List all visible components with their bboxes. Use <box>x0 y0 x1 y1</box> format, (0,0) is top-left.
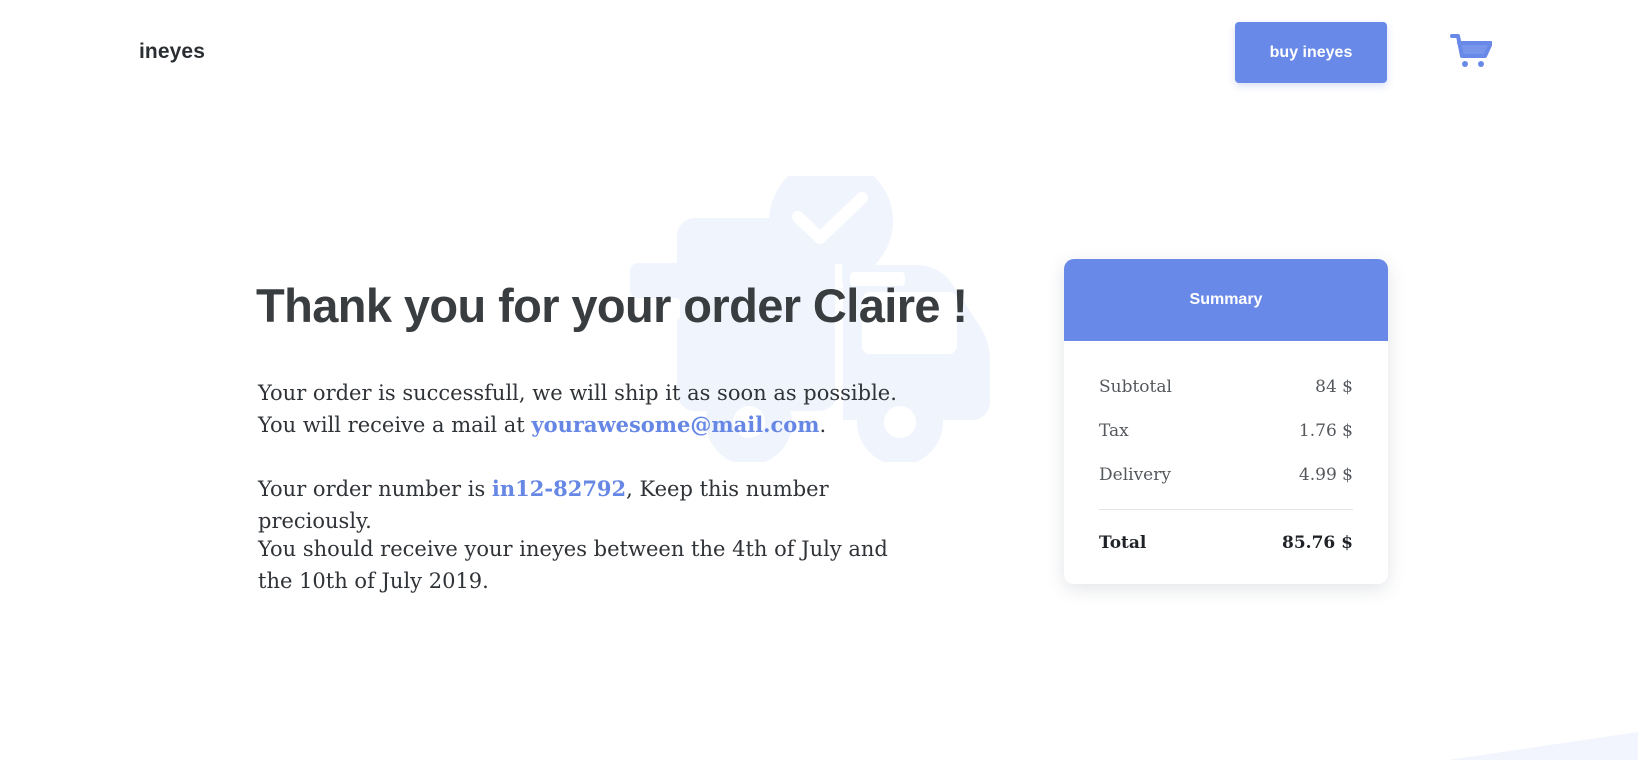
order-number-link[interactable]: in12-82792 <box>492 476 626 501</box>
summary-row-total: Total 85.76 $ <box>1099 510 1353 576</box>
summary-value-delivery: 4.99 $ <box>1298 465 1353 485</box>
shipping-message: Your order is successfull, we will ship … <box>258 377 948 441</box>
summary-label-tax: Tax <box>1099 421 1129 441</box>
summary-row-subtotal: Subtotal 84 $ <box>1099 365 1353 409</box>
order-summary-card: Summary Subtotal 84 $ Tax 1.76 $ Deliver… <box>1064 259 1388 584</box>
brand-logo[interactable]: ineyes <box>139 40 205 64</box>
buy-ineyes-button[interactable]: buy ineyes <box>1235 22 1387 83</box>
order-number-message: Your order number is in12-82792, Keep th… <box>258 473 948 537</box>
summary-title: Summary <box>1064 259 1388 341</box>
delivery-window-message: You should receive your ineyes between t… <box>258 537 888 593</box>
summary-body: Subtotal 84 $ Tax 1.76 $ Delivery 4.99 $… <box>1064 341 1388 576</box>
shopping-cart-icon[interactable] <box>1450 32 1492 70</box>
mail-line-suffix: . <box>819 413 827 437</box>
summary-label-total: Total <box>1099 533 1147 553</box>
summary-row-tax: Tax 1.76 $ <box>1099 409 1353 453</box>
summary-value-total: 85.76 $ <box>1282 533 1353 553</box>
summary-value-tax: 1.76 $ <box>1298 421 1353 441</box>
summary-label-subtotal: Subtotal <box>1099 377 1172 397</box>
mail-line-prefix: You will receive a mail at <box>258 413 532 437</box>
summary-row-delivery: Delivery 4.99 $ <box>1099 453 1353 497</box>
decorative-corner-shape <box>1448 732 1638 760</box>
shipping-line-1: Your order is successfull, we will ship … <box>258 381 897 405</box>
order-number-prefix: Your order number is <box>258 477 492 501</box>
customer-email-link[interactable]: yourawesome@mail.com <box>531 412 819 437</box>
page-title: Thank you for your order Claire ! <box>256 279 968 332</box>
summary-label-delivery: Delivery <box>1099 465 1171 485</box>
summary-value-subtotal: 84 $ <box>1315 377 1353 397</box>
